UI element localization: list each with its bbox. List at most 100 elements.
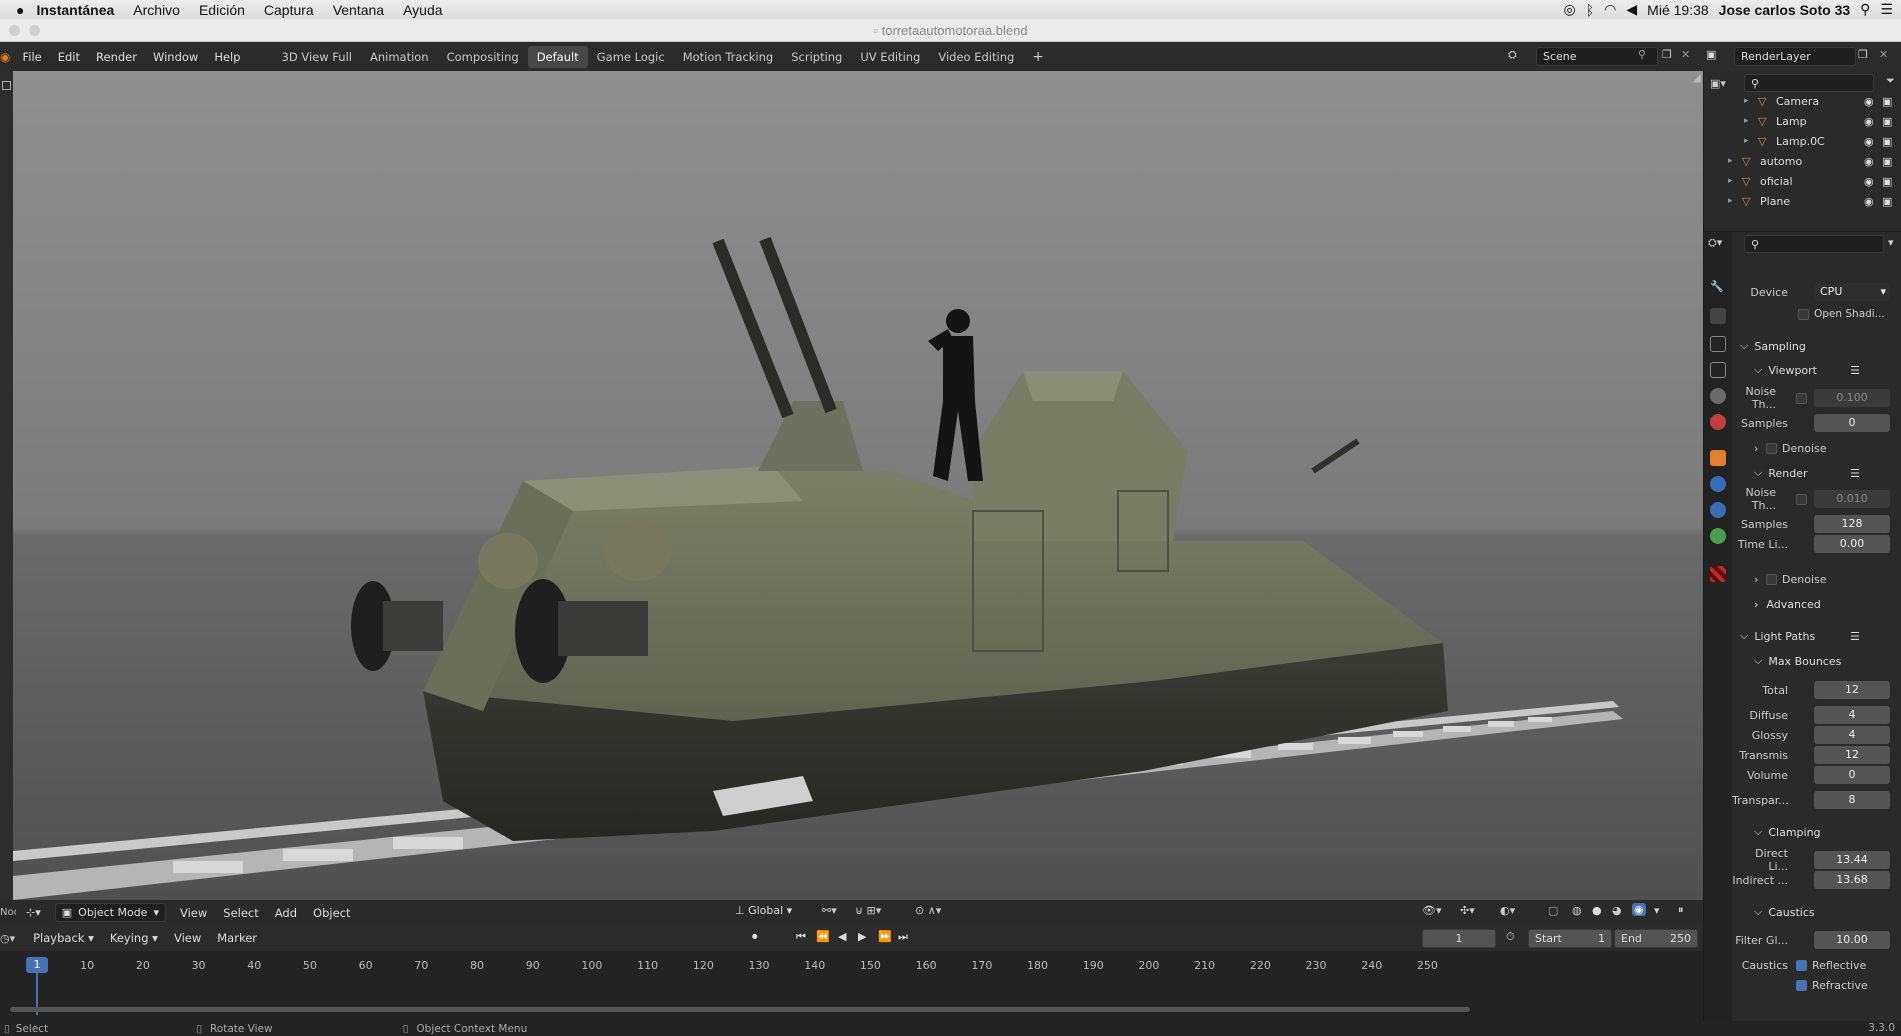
new-renderlayer-icon[interactable]: ❐ (1858, 48, 1868, 61)
volume-icon[interactable]: ◀︎ (1626, 1, 1637, 18)
shading-wireframe-icon[interactable]: ◍ (1572, 904, 1582, 917)
presets-icon[interactable]: ☰ (1850, 630, 1860, 643)
play-reverse-icon[interactable]: ◀ (838, 930, 846, 943)
visibility-eye-icon[interactable]: ◉ (1864, 175, 1874, 188)
render-subpanel-header[interactable]: ⌵ Render ☰ (1732, 463, 1901, 483)
tl-menu-playback[interactable]: Playback ▾ (25, 931, 102, 945)
tab-motion-tracking[interactable]: Motion Tracking (674, 46, 783, 68)
delete-scene-icon[interactable]: ✕ (1681, 48, 1690, 61)
new-scene-icon[interactable]: ❐ (1662, 48, 1672, 61)
mac-menu-ayuda[interactable]: Ayuda (403, 2, 442, 18)
render-camera-icon[interactable]: ▣ (1882, 135, 1892, 148)
menu-window[interactable]: Window (145, 50, 206, 64)
view-layer-tab-icon[interactable] (1710, 362, 1726, 378)
outliner-search-input[interactable]: ⚲ (1744, 74, 1874, 92)
glossy-field[interactable]: 4 (1814, 726, 1890, 744)
outliner-row[interactable]: ▸ ▽ Lamp ◉ ▣ (1704, 111, 1901, 131)
render-camera-icon[interactable]: ▣ (1882, 95, 1892, 108)
menu-file[interactable]: File (14, 50, 49, 64)
vp-noise-field[interactable]: 0.100 (1814, 389, 1890, 407)
indirect-light-field[interactable]: 13.68 (1814, 871, 1890, 889)
tl-menu-marker[interactable]: Marker (209, 931, 265, 945)
advanced-subpanel-header[interactable]: › Advanced (1732, 594, 1901, 614)
playhead[interactable]: 1 (26, 957, 48, 973)
snap-icon[interactable]: ⊍ ⊞▾ (855, 904, 881, 917)
timeline-editor-icon[interactable]: ◷▾ (0, 932, 15, 945)
editor-type-icon[interactable]: ⊹▾ (26, 906, 41, 919)
menu-help[interactable]: Help (206, 50, 248, 64)
outliner-editor-icon[interactable]: ▣▾ (1710, 77, 1726, 90)
vp-denoise-row[interactable]: › Denoise (1732, 438, 1901, 458)
start-frame-field[interactable]: Start 1 (1528, 929, 1612, 948)
current-frame-field[interactable]: 1 (1422, 929, 1496, 948)
expand-arrow-icon[interactable]: ▸ (1728, 176, 1733, 186)
mac-menu-captura[interactable]: Captura (264, 2, 314, 18)
renderlayer-icon[interactable]: ▣ (1706, 48, 1716, 61)
3d-viewport[interactable]: ◢ (13, 71, 1703, 900)
shading-options-icon[interactable]: ▾ (1654, 904, 1660, 917)
presets-icon[interactable]: ☰ (1850, 364, 1860, 377)
tl-menu-view[interactable]: View (166, 931, 209, 945)
tab-default[interactable]: Default (527, 45, 588, 68)
vp-noise-checkbox[interactable] (1796, 392, 1807, 404)
tl-menu-keying[interactable]: Keying ▾ (102, 931, 166, 945)
light-paths-panel-header[interactable]: ⌵ Light Paths ☰ (1732, 626, 1901, 646)
menu-render[interactable]: Render (88, 50, 145, 64)
diffuse-field[interactable]: 4 (1814, 706, 1890, 724)
visibility-eye-icon[interactable]: ◉ (1864, 115, 1874, 128)
transform-orientation-selector[interactable]: ⊥ Global ▾ (735, 904, 792, 917)
transparent-field[interactable]: 8 (1814, 791, 1890, 809)
max-bounces-subpanel-header[interactable]: ⌵ Max Bounces (1732, 651, 1901, 671)
xray-icon[interactable]: ▢ (1548, 904, 1558, 917)
reflective-checkbox[interactable] (1796, 959, 1807, 971)
filter-icon[interactable]: ⏷ (1886, 74, 1895, 88)
r-noise-field[interactable]: 0.010 (1814, 490, 1890, 508)
render-camera-icon[interactable]: ▣ (1882, 155, 1892, 168)
notification-center-icon[interactable]: ☰ (1880, 1, 1893, 18)
vp-menu-add[interactable]: Add (267, 906, 305, 920)
tab-uv-editing[interactable]: UV Editing (851, 46, 929, 68)
refractive-checkbox[interactable] (1796, 979, 1807, 991)
tab-video-editing[interactable]: Video Editing (929, 46, 1023, 68)
vp-samples-field[interactable]: 0 (1814, 414, 1890, 432)
tab-scripting[interactable]: Scripting (782, 46, 851, 68)
osl-checkbox[interactable] (1798, 308, 1809, 320)
shading-rendered-icon[interactable]: ◉ (1632, 903, 1646, 916)
spotlight-search-icon[interactable]: ⚲ (1860, 1, 1870, 18)
device-dropdown[interactable]: CPU ▾ (1814, 283, 1890, 301)
scene-tab-icon[interactable] (1710, 388, 1726, 404)
total-field[interactable]: 12 (1814, 681, 1890, 699)
outliner-row[interactable]: ▸ ▽ Plane ◉ ▣ (1704, 191, 1901, 211)
vp-denoise-checkbox[interactable] (1766, 442, 1777, 454)
record-icon[interactable]: ⏺ (752, 930, 758, 944)
jump-end-icon[interactable]: ⏭ (898, 930, 908, 944)
vp-menu-view[interactable]: View (172, 906, 215, 920)
mac-clock[interactable]: Mié 19:38 (1647, 2, 1708, 18)
r-denoise-checkbox[interactable] (1766, 573, 1777, 585)
expand-arrow-icon[interactable]: ▸ (1728, 196, 1733, 206)
render-camera-icon[interactable]: ▣ (1882, 115, 1892, 128)
tab-game-logic[interactable]: Game Logic (588, 46, 674, 68)
object-tab-icon[interactable] (1710, 450, 1726, 466)
time-limit-field[interactable]: 0.00 (1814, 535, 1890, 553)
direct-light-field[interactable]: 13.44 (1814, 851, 1890, 869)
r-noise-checkbox[interactable] (1796, 493, 1807, 505)
visibility-eye-icon[interactable]: ◉ (1864, 135, 1874, 148)
blender-logo-icon[interactable]: ◉ (0, 50, 10, 64)
output-tab-icon[interactable] (1710, 336, 1726, 352)
presets-icon[interactable]: ☰ (1850, 467, 1860, 480)
mac-menu-edicion[interactable]: Edición (199, 2, 245, 18)
jump-start-icon[interactable]: ⏮ (796, 930, 806, 944)
pin-scene-icon[interactable]: ⚲ (1638, 48, 1646, 61)
close-window-button[interactable] (9, 25, 20, 36)
transmission-field[interactable]: 12 (1814, 746, 1890, 764)
outliner-row[interactable]: ▸ ▽ Camera ◉ ▣ (1704, 91, 1901, 111)
filter-glossy-field[interactable]: 10.00 (1814, 931, 1890, 949)
r-denoise-row[interactable]: › Denoise (1732, 569, 1901, 589)
texture-tab-icon[interactable] (1710, 566, 1726, 582)
expand-arrow-icon[interactable]: ▸ (1728, 156, 1733, 166)
scene-type-icon[interactable]: ⛭ (1508, 48, 1517, 62)
shading-material-icon[interactable]: ◕ (1612, 904, 1622, 917)
end-frame-field[interactable]: End 250 (1614, 929, 1698, 948)
modifier-tab-icon[interactable] (1710, 476, 1726, 492)
